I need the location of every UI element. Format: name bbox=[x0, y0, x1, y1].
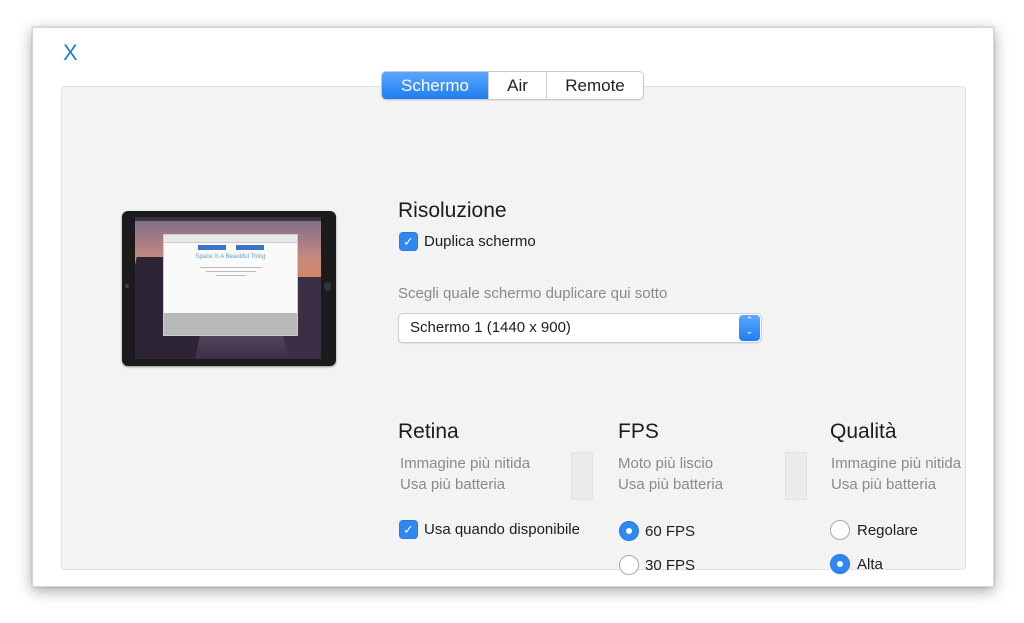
fps-60-radio[interactable] bbox=[619, 521, 639, 541]
preview-button bbox=[236, 245, 264, 250]
preview-browser-window: Space Is A Beautiful Thing bbox=[163, 234, 298, 336]
ipad-screen: Space Is A Beautiful Thing bbox=[135, 217, 321, 359]
preview-text-line bbox=[216, 275, 246, 276]
quality-regolare-label[interactable]: Regolare bbox=[857, 522, 918, 539]
retina-use-checkbox[interactable]: ✓ bbox=[399, 520, 418, 539]
screen-select[interactable]: Schermo 1 (1440 x 900) ⌃ ⌄ bbox=[398, 313, 762, 343]
ipad-home-button bbox=[324, 282, 331, 291]
close-icon[interactable]: X bbox=[63, 42, 78, 64]
tab-remote[interactable]: Remote bbox=[547, 72, 643, 99]
retina-description: Immagine più nitida Usa più batteria bbox=[400, 453, 530, 495]
quality-desc-line: Usa più batteria bbox=[831, 476, 937, 493]
tab-schermo[interactable]: Schermo bbox=[382, 72, 489, 99]
quality-alta-label[interactable]: Alta bbox=[857, 556, 883, 573]
settings-panel: Space Is A Beautiful Thing Risoluzione ✓… bbox=[61, 86, 966, 575]
retina-track bbox=[571, 452, 593, 500]
duplicate-screen-label[interactable]: Duplica schermo bbox=[424, 233, 536, 250]
preview-menubar bbox=[135, 217, 321, 221]
screen-select-value: Schermo 1 (1440 x 900) bbox=[410, 319, 571, 336]
duplicate-screen-checkbox[interactable]: ✓ bbox=[399, 232, 418, 251]
fps-30-label[interactable]: 30 FPS bbox=[645, 557, 695, 574]
checkmark-icon: ✓ bbox=[403, 233, 414, 249]
tab-air[interactable]: Air bbox=[489, 72, 547, 99]
quality-alta-radio[interactable] bbox=[830, 554, 850, 574]
retina-heading: Retina bbox=[398, 420, 459, 443]
fps-track bbox=[785, 452, 807, 500]
ipad-camera bbox=[125, 284, 129, 288]
preview-button bbox=[198, 245, 226, 250]
retina-desc-line: Usa più batteria bbox=[400, 476, 506, 493]
resolution-heading: Risoluzione bbox=[398, 199, 507, 222]
fps-30-radio[interactable] bbox=[619, 555, 639, 575]
quality-heading: Qualità bbox=[830, 420, 897, 443]
fps-description: Moto più liscio Usa più batteria bbox=[618, 453, 723, 495]
preferences-window: X Schermo Air Remote Space Is A Beautifu… bbox=[32, 27, 994, 587]
preview-page-title: Space Is A Beautiful Thing bbox=[195, 254, 266, 260]
preview-image-strip bbox=[164, 313, 297, 335]
chevron-up-down-icon: ⌃ ⌄ bbox=[739, 315, 760, 341]
fps-60-label[interactable]: 60 FPS bbox=[645, 523, 695, 540]
preview-text-line bbox=[200, 267, 262, 268]
quality-regolare-radio[interactable] bbox=[830, 520, 850, 540]
fps-desc-line: Moto più liscio bbox=[618, 455, 714, 472]
checkmark-icon: ✓ bbox=[403, 521, 414, 537]
fps-heading: FPS bbox=[618, 420, 659, 443]
retina-desc-line: Immagine più nitida bbox=[400, 455, 531, 472]
choose-screen-label: Scegli quale schermo duplicare qui sotto bbox=[398, 285, 668, 302]
ipad-preview: Space Is A Beautiful Thing bbox=[122, 211, 336, 366]
quality-description: Immagine più nitida Usa più batteria bbox=[831, 453, 961, 495]
retina-use-label[interactable]: Usa quando disponibile bbox=[424, 521, 580, 538]
tab-bar: Schermo Air Remote bbox=[381, 71, 644, 100]
preview-browser-toolbar bbox=[164, 235, 297, 243]
quality-desc-line: Immagine più nitida bbox=[831, 455, 962, 472]
fps-desc-line: Usa più batteria bbox=[618, 476, 724, 493]
preview-text-line bbox=[206, 271, 256, 272]
